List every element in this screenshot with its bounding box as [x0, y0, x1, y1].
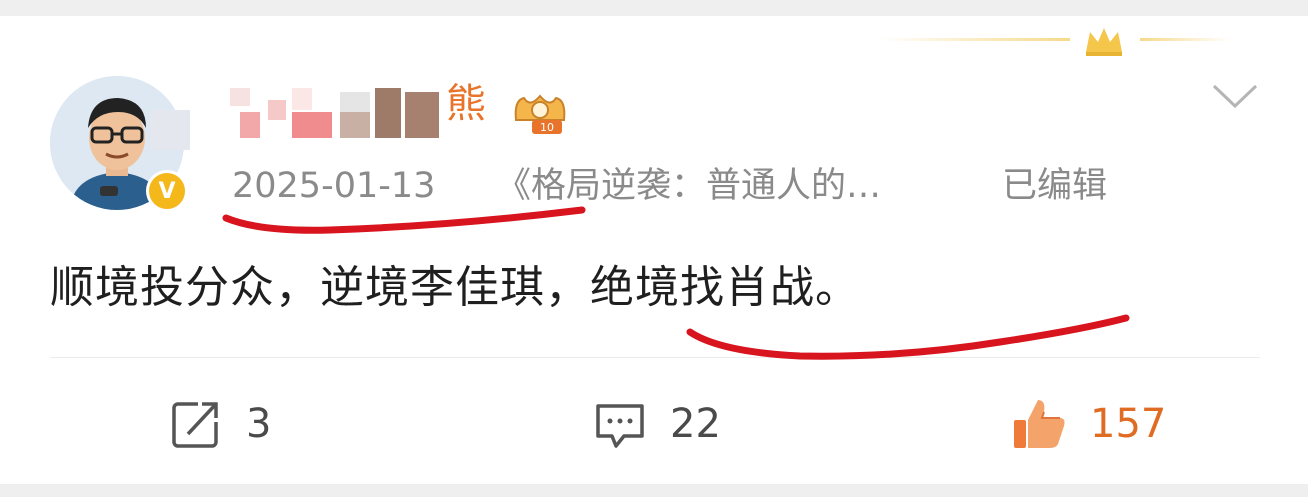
thumbs-up-icon — [1014, 400, 1065, 448]
post-source[interactable]: 《格局逆袭：普通人的… — [496, 164, 881, 208]
like-count: 157 — [1090, 401, 1167, 447]
nickname-suffix[interactable]: 熊 — [446, 80, 486, 128]
post-text: 顺境投分众，逆境李佳琪，绝境找肖战。 — [50, 262, 860, 313]
comment-button[interactable]: 22 — [592, 396, 721, 452]
repost-icon — [172, 402, 218, 448]
like-button[interactable]: 157 — [1012, 396, 1166, 452]
comment-count: 22 — [670, 401, 721, 447]
repost-count: 3 — [246, 401, 272, 447]
crown-icon — [1086, 28, 1122, 56]
comment-icon — [596, 404, 644, 448]
repost-button[interactable]: 3 — [168, 396, 271, 452]
level-number: 10 — [540, 121, 554, 134]
member-level-crown-icon: 10 — [514, 94, 566, 134]
header-decoration-line — [880, 38, 1070, 41]
chevron-down-icon[interactable] — [1210, 80, 1260, 112]
post-date[interactable]: 2025-01-13 — [232, 164, 435, 208]
verified-badge-icon: V — [146, 170, 188, 212]
header-decoration-line — [1140, 38, 1230, 41]
divider — [50, 357, 1260, 358]
edited-label: 已编辑 — [1002, 166, 1108, 206]
